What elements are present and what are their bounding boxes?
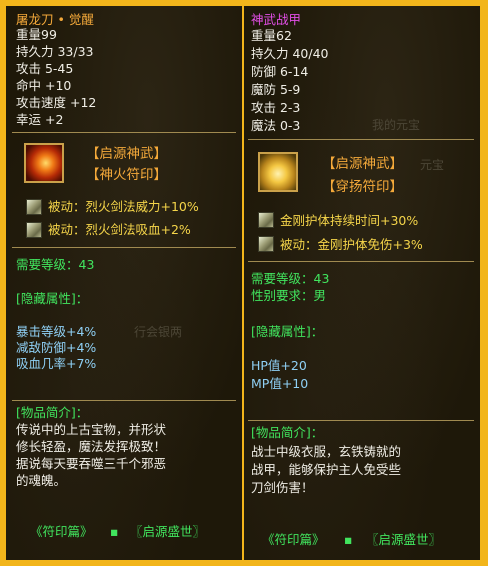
description-line: 修长轻盈，魔法发挥极致！ (16, 439, 167, 454)
passive-skill-icon (258, 212, 274, 228)
stat-accuracy: 命中 +10 (16, 78, 72, 93)
background-my-gold-text: 我的元宝 (372, 118, 421, 132)
description-header: [物品简介]： (16, 405, 89, 420)
stat-durability: 持久力 40/40 (251, 46, 329, 61)
description-line: 的魂魄。 (16, 473, 67, 488)
stat-magic-defense: 魔防 5-9 (251, 82, 301, 97)
passive-2: 被动：金刚护体免伤+3% (280, 237, 423, 252)
passive-2: 被动：烈火剑法吸血+2% (48, 222, 191, 237)
stat-attack: 攻击 5-45 (16, 61, 74, 76)
footer-seal-chapter: 《符印篇》 (262, 532, 325, 547)
stat-weight: 重量62 (251, 28, 292, 43)
armor-icon (258, 152, 298, 192)
description-header: [物品简介]： (251, 425, 324, 440)
seal-chuanyang: 【穿扬符印】 (322, 179, 403, 195)
footer-separator: ▪ (110, 524, 119, 539)
hidden-attr-crit: 暴击等级+4% (16, 324, 97, 339)
divider (12, 400, 236, 401)
description-line: 传说中的上古宝物，并形状 (16, 422, 167, 437)
divider (12, 247, 236, 248)
weapon-icon (24, 143, 64, 183)
description-line: 战甲，能够保护主人免受些 (251, 462, 402, 477)
required-level: 需要等级：43 (251, 271, 330, 286)
stat-durability: 持久力 33/33 (16, 44, 94, 59)
hidden-attr-def-reduce: 减敌防御+4% (16, 340, 97, 355)
armor-tooltip-panel: 我的元宝 元宝 神武战甲 重量62 持久力 40/40 防御 6-14 魔防 5… (244, 6, 480, 560)
item-title: 神武战甲 (251, 12, 302, 27)
divider (248, 139, 474, 140)
passive-skill-icon (26, 199, 42, 215)
background-guild-silver-text: 行会银两 (134, 325, 183, 339)
stat-luck: 幸运 +2 (16, 112, 64, 127)
hidden-attr-hp: HP值+20 (251, 358, 307, 373)
seal-qiyuan: 【启源神武】 (322, 156, 403, 172)
hidden-attr-lifesteal: 吸血几率+7% (16, 356, 97, 371)
description-line: 据说每天要吞噬三千个邪恶 (16, 456, 167, 471)
footer-separator: ▪ (344, 532, 353, 547)
stat-magic: 魔法 0-3 (251, 118, 301, 133)
gender-requirement: 性别要求：男 (251, 288, 327, 303)
stat-attack-speed: 攻击速度 +12 (16, 95, 97, 110)
passive-1: 被动：烈火剑法威力+10% (48, 199, 199, 214)
divider (248, 261, 474, 262)
description-line: 刀剑伤害！ (251, 480, 314, 495)
background-gold-text: 元宝 (420, 158, 445, 172)
seal-shenhuo: 【神火符印】 (86, 167, 167, 183)
description-line: 战士中级衣服，玄铁铸就的 (251, 444, 402, 459)
hidden-attrs-header: [隐藏属性]： (251, 324, 324, 339)
passive-skill-icon (258, 236, 274, 252)
stat-attack: 攻击 2-3 (251, 100, 301, 115)
footer-qiyuan-era: 〖启源盛世〗 (130, 524, 206, 539)
passive-skill-icon (26, 222, 42, 238)
footer-seal-chapter: 《符印篇》 (30, 524, 93, 539)
item-title: 屠龙刀 • 觉醒 (16, 12, 94, 27)
weapon-tooltip-panel: 行会银两 屠龙刀 • 觉醒 重量99 持久力 33/33 攻击 5-45 命中 … (6, 6, 242, 560)
seal-qiyuan: 【启源神武】 (86, 146, 167, 162)
passive-1: 金刚护体持续时间+30% (280, 213, 419, 228)
hidden-attr-mp: MP值+10 (251, 376, 309, 391)
required-level: 需要等级：43 (16, 257, 95, 272)
divider (12, 132, 236, 133)
stat-weight: 重量99 (16, 27, 57, 42)
hidden-attrs-header: [隐藏属性]： (16, 291, 89, 306)
divider (248, 420, 474, 421)
stat-defense: 防御 6-14 (251, 64, 309, 79)
footer-qiyuan-era: 〖启源盛世〗 (366, 532, 442, 547)
